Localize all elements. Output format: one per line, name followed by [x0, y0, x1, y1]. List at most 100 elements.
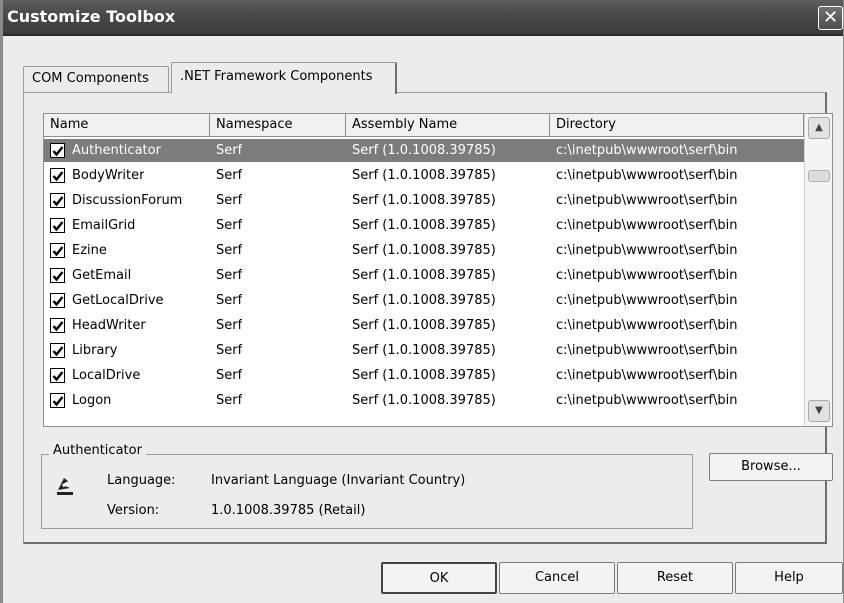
version-value: 1.0.1008.39785 (Retail) — [211, 503, 366, 518]
table-row[interactable]: GetLocalDrive Serf Serf (1.0.1008.39785) c:… — [44, 289, 804, 312]
checkmark-icon — [52, 371, 64, 382]
checkmark-icon — [52, 171, 64, 182]
row-checkbox[interactable] — [50, 343, 65, 358]
language-label: Language: — [107, 473, 176, 488]
chevron-down-icon: ▼ — [815, 405, 823, 416]
title-bar[interactable]: Customize Toolbox ✕ — [3, 0, 843, 36]
table-row[interactable]: Logon Serf Serf (1.0.1008.39785) c:\inetpub… — [44, 389, 804, 412]
checkmark-icon — [52, 146, 64, 157]
row-directory-cell: c:\inetpub\wwwroot\serf\bin — [556, 193, 738, 208]
row-namespace-cell: Serf — [216, 168, 243, 183]
table-row[interactable]: LocalDrive Serf Serf (1.0.1008.39785) c:\in… — [44, 364, 804, 387]
row-namespace-cell: Serf — [216, 143, 243, 158]
scroll-up-button[interactable]: ▲ — [808, 117, 830, 139]
table-row[interactable]: DiscussionForum Serf Serf (1.0.1008.39785)… — [44, 189, 804, 212]
row-namespace-cell: Serf — [216, 343, 243, 358]
row-name-cell: Library — [72, 343, 118, 358]
row-directory-cell: c:\inetpub\wwwroot\serf\bin — [556, 243, 738, 258]
vertical-scrollbar[interactable]: ▲ ▼ — [804, 114, 832, 426]
cancel-button[interactable]: Cancel — [499, 562, 615, 594]
checkmark-icon — [52, 346, 64, 357]
row-checkbox[interactable] — [50, 318, 65, 333]
row-assembly-cell: Serf (1.0.1008.39785) — [352, 368, 496, 383]
row-namespace-cell: Serf — [216, 318, 243, 333]
version-label: Version: — [107, 503, 160, 518]
row-namespace-cell: Serf — [216, 268, 243, 283]
scroll-down-button[interactable]: ▼ — [808, 400, 830, 422]
row-name-cell: GetEmail — [72, 268, 132, 283]
row-assembly-cell: Serf (1.0.1008.39785) — [352, 393, 496, 408]
row-directory-cell: c:\inetpub\wwwroot\serf\bin — [556, 393, 738, 408]
checkmark-icon — [52, 296, 64, 307]
table-row[interactable]: GetEmail Serf Serf (1.0.1008.39785) c:\inet… — [44, 264, 804, 287]
row-directory-cell: c:\inetpub\wwwroot\serf\bin — [556, 168, 738, 183]
table-row[interactable]: Ezine Serf Serf (1.0.1008.39785) c:\inetpub… — [44, 239, 804, 262]
row-directory-cell: c:\inetpub\wwwroot\serf\bin — [556, 343, 738, 358]
customize-toolbox-dialog: Customize Toolbox ✕ COM Components .NET … — [0, 0, 844, 603]
list-header: Name Namespace Assembly Name Directory — [44, 114, 804, 137]
checkmark-icon — [52, 196, 64, 207]
close-button[interactable]: ✕ — [818, 6, 843, 30]
table-row[interactable]: BodyWriter Serf Serf (1.0.1008.39785) c:\in… — [44, 164, 804, 187]
column-header-assembly-name[interactable]: Assembly Name — [346, 114, 550, 137]
checkmark-icon — [52, 396, 64, 407]
checkmark-icon — [52, 221, 64, 232]
row-checkbox[interactable] — [50, 293, 65, 308]
row-checkbox[interactable] — [50, 143, 65, 158]
row-directory-cell: c:\inetpub\wwwroot\serf\bin — [556, 293, 738, 308]
column-header-directory[interactable]: Directory — [550, 114, 804, 137]
row-checkbox[interactable] — [50, 393, 65, 408]
scroll-thumb[interactable] — [808, 170, 830, 182]
row-assembly-cell: Serf (1.0.1008.39785) — [352, 143, 496, 158]
column-header-namespace[interactable]: Namespace — [210, 114, 346, 137]
table-row[interactable]: EmailGrid Serf Serf (1.0.1008.39785) c:\ine… — [44, 214, 804, 237]
row-name-cell: Logon — [72, 393, 112, 408]
row-checkbox[interactable] — [50, 368, 65, 383]
row-assembly-cell: Serf (1.0.1008.39785) — [352, 293, 496, 308]
row-name-cell: LocalDrive — [72, 368, 141, 383]
row-namespace-cell: Serf — [216, 193, 243, 208]
row-name-cell: Authenticator — [72, 143, 161, 158]
row-checkbox[interactable] — [50, 243, 65, 258]
table-row[interactable]: Authenticator Serf Serf (1.0.1008.39785) c:… — [44, 139, 804, 162]
row-directory-cell: c:\inetpub\wwwroot\serf\bin — [556, 268, 738, 283]
components-list[interactable]: Name Namespace Assembly Name Directory A… — [43, 113, 833, 427]
ok-button[interactable]: OK — [381, 562, 497, 594]
checkmark-icon — [52, 271, 64, 282]
row-assembly-cell: Serf (1.0.1008.39785) — [352, 343, 496, 358]
column-header-name[interactable]: Name — [44, 114, 210, 137]
row-assembly-cell: Serf (1.0.1008.39785) — [352, 168, 496, 183]
row-assembly-cell: Serf (1.0.1008.39785) — [352, 218, 496, 233]
tab-com-components[interactable]: COM Components — [23, 66, 169, 92]
row-namespace-cell: Serf — [216, 293, 243, 308]
table-row[interactable]: HeadWriter Serf Serf (1.0.1008.39785) c:\in… — [44, 314, 804, 337]
ok-button-label: OK — [429, 571, 449, 586]
row-checkbox[interactable] — [50, 168, 65, 183]
browse-button-label: Browse... — [741, 459, 801, 474]
checkmark-icon — [52, 321, 64, 332]
help-button[interactable]: Help — [735, 562, 843, 594]
row-name-cell: BodyWriter — [72, 168, 145, 183]
reset-button[interactable]: Reset — [617, 562, 733, 594]
details-legend: Authenticator — [49, 443, 146, 458]
reset-button-label: Reset — [656, 570, 694, 585]
row-name-cell: DiscussionForum — [72, 193, 183, 208]
row-checkbox[interactable] — [50, 193, 65, 208]
chevron-up-icon: ▲ — [815, 122, 823, 133]
window-title: Customize Toolbox — [7, 7, 176, 26]
tab-net-framework-components[interactable]: .NET Framework Components — [171, 62, 397, 94]
component-icon — [55, 474, 77, 496]
row-namespace-cell: Serf — [216, 218, 243, 233]
browse-button[interactable]: Browse... — [709, 453, 833, 481]
help-button-label: Help — [774, 570, 804, 585]
row-directory-cell: c:\inetpub\wwwroot\serf\bin — [556, 368, 738, 383]
row-checkbox[interactable] — [50, 218, 65, 233]
cancel-button-label: Cancel — [534, 570, 580, 585]
row-checkbox[interactable] — [50, 268, 65, 283]
row-namespace-cell: Serf — [216, 393, 243, 408]
row-assembly-cell: Serf (1.0.1008.39785) — [352, 243, 496, 258]
row-assembly-cell: Serf (1.0.1008.39785) — [352, 318, 496, 333]
row-namespace-cell: Serf — [216, 243, 243, 258]
row-directory-cell: c:\inetpub\wwwroot\serf\bin — [556, 143, 738, 158]
table-row[interactable]: Library Serf Serf (1.0.1008.39785) c:\inetp… — [44, 339, 804, 362]
